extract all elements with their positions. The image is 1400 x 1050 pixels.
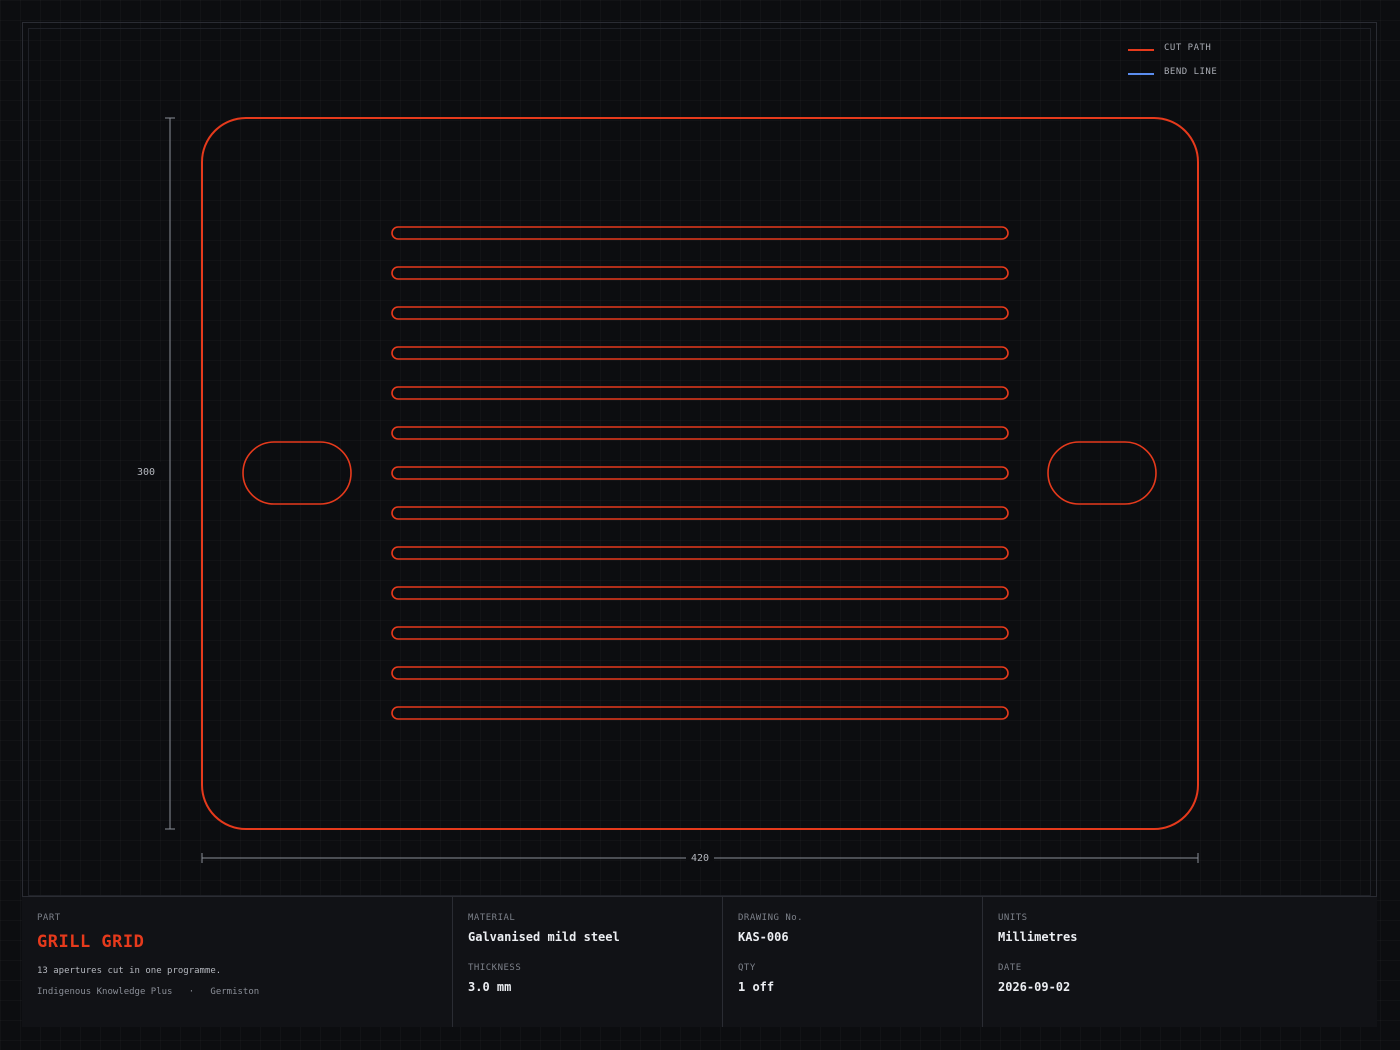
bend-line-swatch [1128, 73, 1154, 75]
grill-slot [391, 706, 1009, 720]
grill-slot [391, 226, 1009, 240]
grill-slot [391, 346, 1009, 360]
grill-slot [391, 666, 1009, 680]
units-value: Millimetres [998, 930, 1078, 944]
drawing-number-value: KAS-006 [738, 930, 789, 944]
part-name: GRILL GRID [37, 932, 145, 952]
width-dimension-label: 420 [691, 853, 709, 864]
width-dimension: 420 [201, 849, 1199, 867]
grill-slot [391, 386, 1009, 400]
grill-slot [391, 466, 1009, 480]
drawing-number-label: DRAWING No. [738, 913, 804, 923]
date-value: 2026-09-02 [998, 980, 1071, 994]
grill-slots [391, 226, 1009, 720]
height-dimension: 300 [130, 117, 175, 830]
organisation-name: Indigenous Knowledge Plus [37, 987, 173, 997]
part-drawing: 300 420 [130, 117, 1199, 867]
units-label: UNITS [998, 913, 1028, 923]
legend-item-bend-line: BEND LINE [1128, 60, 1217, 84]
material-cell: MATERIAL Galvanised mild steel THICKNESS… [453, 897, 723, 1027]
legend-label: CUT PATH [1164, 43, 1212, 53]
thickness-label: THICKNESS [468, 963, 522, 973]
part-description: 13 apertures cut in one programme. [37, 966, 222, 976]
drawing-sheet: 300 420 CUT PATH BEND LINE PART GRILL GR… [0, 0, 1400, 1050]
qty-label: QTY [738, 963, 756, 973]
grill-slot [391, 626, 1009, 640]
grill-slot [391, 306, 1009, 320]
qty-value: 1 off [738, 980, 775, 994]
date-label: DATE [998, 963, 1022, 973]
grill-slot [391, 586, 1009, 600]
mounting-slot-right [1047, 441, 1157, 505]
legend: CUT PATH BEND LINE [1128, 36, 1217, 84]
location: Germiston [210, 987, 260, 997]
drawing-number-cell: DRAWING No. KAS-006 QTY 1 off [723, 897, 983, 1027]
material-label: MATERIAL [468, 913, 516, 923]
grill-slot [391, 426, 1009, 440]
thickness-value: 3.0 mm [468, 980, 512, 994]
legend-item-cut-path: CUT PATH [1128, 36, 1217, 60]
grill-slot [391, 546, 1009, 560]
units-cell: UNITS Millimetres DATE 2026-09-02 [983, 897, 1377, 1027]
material-value: Galvanised mild steel [468, 930, 620, 944]
grill-slot [391, 506, 1009, 520]
separator: · [188, 987, 195, 997]
height-dimension-label: 300 [137, 467, 155, 478]
part-organisation-line: Indigenous Knowledge Plus · Germiston [37, 987, 437, 997]
cut-path-swatch [1128, 49, 1154, 51]
part-cell: PART GRILL GRID 13 apertures cut in one … [22, 897, 453, 1027]
title-block: PART GRILL GRID 13 apertures cut in one … [22, 896, 1377, 1027]
part-label: PART [37, 913, 61, 923]
mounting-slot-left [242, 441, 352, 505]
grill-slot [391, 266, 1009, 280]
legend-label: BEND LINE [1164, 67, 1218, 77]
